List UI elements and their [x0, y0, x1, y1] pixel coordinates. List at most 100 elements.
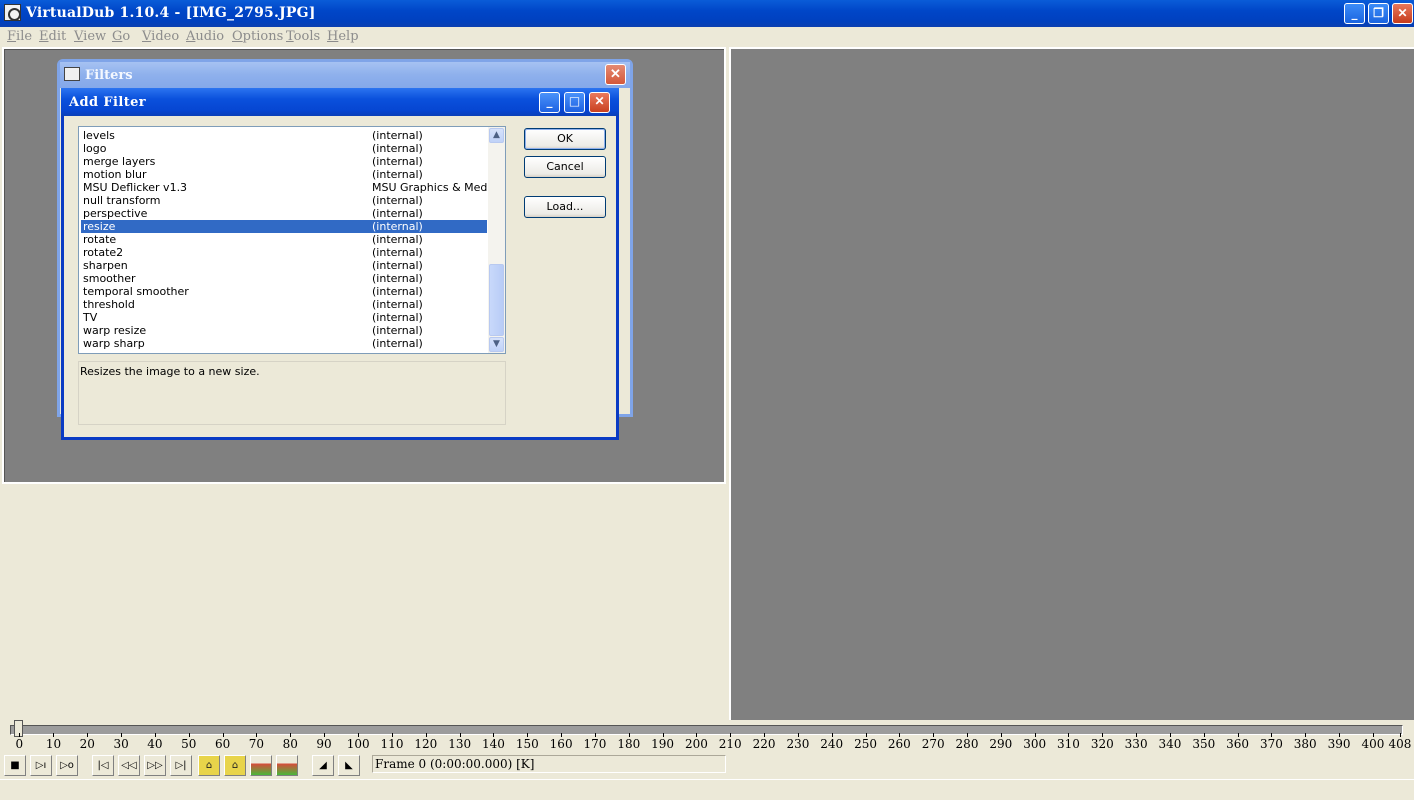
filter-list-scrollbar[interactable]: ▲ ▼	[488, 127, 505, 353]
go-end-icon[interactable]: ▷|	[170, 755, 192, 776]
timeline-tick-label: 90	[316, 733, 332, 751]
timeline-tick-label: 130	[448, 733, 472, 751]
menu-view[interactable]: View	[74, 29, 106, 44]
scrollbar-thumb[interactable]	[489, 264, 504, 336]
filter-source: (internal)	[372, 324, 423, 337]
filter-description-text: Resizes the image to a new size.	[80, 365, 260, 378]
virtualdub-app-icon	[4, 4, 21, 21]
filter-list-item[interactable]: TV (internal)	[81, 311, 487, 324]
frame-indicator: Frame 0 (0:00:00.000) [K]	[372, 755, 726, 773]
menu-video[interactable]: Video	[142, 29, 179, 44]
filter-list-item[interactable]: levels (internal)	[81, 129, 487, 142]
timeline-ticks: 0 10 20 30 40 50 60 70 80 90 100 110 120 130 140 150 160…	[0, 733, 1414, 754]
timeline-tick-label: 360	[1226, 733, 1250, 751]
filter-name: TV	[83, 311, 98, 324]
scroll-up-icon[interactable]: ▲	[489, 128, 504, 143]
menu-file[interactable]: File	[7, 29, 32, 44]
menu-go[interactable]: Go	[112, 29, 130, 44]
filter-name: rotate2	[83, 246, 124, 259]
filter-list-item[interactable]: rotate (internal)	[81, 233, 487, 246]
filter-list-item[interactable]: sharpen (internal)	[81, 259, 487, 272]
filter-list-item[interactable]: motion blur (internal)	[81, 168, 487, 181]
load-button[interactable]: Load...	[524, 196, 606, 218]
add-filter-minimize-button[interactable]: _	[539, 92, 560, 113]
timeline-tick-label: 160	[549, 733, 573, 751]
menu-tools[interactable]: Tools	[286, 29, 320, 44]
filter-name: warp resize	[83, 324, 147, 337]
timeline-tick-label: 370	[1259, 733, 1283, 751]
filter-source: (internal)	[372, 272, 423, 285]
filter-list-item[interactable]: smoother (internal)	[81, 272, 487, 285]
filter-source: (internal)	[372, 337, 423, 350]
filter-list-item[interactable]: resize (internal)	[81, 220, 487, 233]
scroll-down-icon[interactable]: ▼	[489, 337, 504, 352]
prev-scene-icon[interactable]	[250, 755, 272, 776]
filter-list-item[interactable]: MSU Deflicker v1.3 MSU Graphics & Media	[81, 181, 487, 194]
filter-source: (internal)	[372, 311, 423, 324]
menu-bar: File Edit View Go Video Audio Options To…	[0, 27, 1414, 47]
position-trackbar[interactable]	[10, 725, 1403, 735]
prev-keyframe-icon[interactable]: ⌂	[198, 755, 220, 776]
timeline-tick-label: 120	[414, 733, 438, 751]
filter-name: null transform	[83, 194, 161, 207]
timeline-tick-label: 100	[346, 733, 370, 751]
timeline-tick-label: 30	[113, 733, 129, 751]
ok-button[interactable]: OK	[524, 128, 606, 150]
play-output-icon[interactable]: ▷o	[56, 755, 78, 776]
add-filter-maximize-button[interactable]: □	[564, 92, 585, 113]
timeline-tick-label: 400	[1361, 733, 1385, 751]
next-keyframe-icon[interactable]: ⌂	[224, 755, 246, 776]
timeline-tick-label: 50	[181, 733, 197, 751]
filter-list-item[interactable]: logo (internal)	[81, 142, 487, 155]
restore-button[interactable]: ❐	[1368, 3, 1389, 24]
filter-source: (internal)	[372, 194, 423, 207]
timeline-tick-label: 190	[651, 733, 675, 751]
timeline-tick-label: 0	[15, 733, 24, 751]
filter-source: (internal)	[372, 142, 423, 155]
filter-name: levels	[83, 129, 115, 142]
filters-close-button[interactable]: ✕	[605, 64, 626, 85]
mark-out-icon[interactable]: ◣	[338, 755, 360, 776]
filter-list-item[interactable]: merge layers (internal)	[81, 155, 487, 168]
filter-list-item[interactable]: perspective (internal)	[81, 207, 487, 220]
window-title: VirtualDub 1.10.4 - [IMG_2795.JPG]	[26, 5, 316, 21]
menu-audio[interactable]: Audio	[186, 29, 224, 44]
cancel-button[interactable]: Cancel	[524, 156, 606, 178]
add-filter-dialog: Add Filter _ □ ✕ levels (internal) logo (in…	[61, 88, 619, 440]
menu-options[interactable]: Options	[232, 29, 283, 44]
filter-list[interactable]: levels (internal) logo (internal) merge laye…	[78, 126, 506, 354]
go-start-icon[interactable]: |◁	[92, 755, 114, 776]
timeline-tick-label: 250	[854, 733, 877, 751]
filter-list-item[interactable]: rotate2 (internal)	[81, 246, 487, 259]
timeline-tick-label: 300	[1023, 733, 1047, 751]
filter-source: (internal)	[372, 220, 423, 233]
prev-frame-icon[interactable]: ◁◁	[118, 755, 140, 776]
filter-name: threshold	[83, 298, 135, 311]
filter-list-item[interactable]: warp resize (internal)	[81, 324, 487, 337]
minimize-button[interactable]: _	[1344, 3, 1365, 24]
filters-app-icon	[64, 67, 80, 81]
filter-source: (internal)	[372, 285, 423, 298]
timeline-tick-label: 200	[684, 733, 708, 751]
close-button[interactable]: ✕	[1392, 3, 1413, 24]
menu-edit[interactable]: Edit	[39, 29, 66, 44]
filter-list-item[interactable]: null transform (internal)	[81, 194, 487, 207]
timeline-tick-label: 270	[921, 733, 945, 751]
timeline-tick-label: 330	[1124, 733, 1148, 751]
add-filter-close-button[interactable]: ✕	[589, 92, 610, 113]
filter-list-item[interactable]: threshold (internal)	[81, 298, 487, 311]
next-scene-icon[interactable]	[276, 755, 298, 776]
stop-icon[interactable]: ■	[4, 755, 26, 776]
menu-help[interactable]: Help	[327, 29, 359, 44]
filter-list-item[interactable]: temporal smoother (internal)	[81, 285, 487, 298]
timeline-tick-label: 80	[282, 733, 298, 751]
mark-in-icon[interactable]: ◢	[312, 755, 334, 776]
filter-source: (internal)	[372, 207, 423, 220]
filter-source: (internal)	[372, 233, 423, 246]
filter-list-item[interactable]: warp sharp (internal)	[81, 337, 487, 350]
filters-title-bar: Filters ✕	[60, 62, 630, 88]
timeline-tick-label: 180	[617, 733, 641, 751]
play-input-icon[interactable]: ▷ı	[30, 755, 52, 776]
timeline-tick-label: 290	[989, 733, 1013, 751]
next-frame-icon[interactable]: ▷▷	[144, 755, 166, 776]
